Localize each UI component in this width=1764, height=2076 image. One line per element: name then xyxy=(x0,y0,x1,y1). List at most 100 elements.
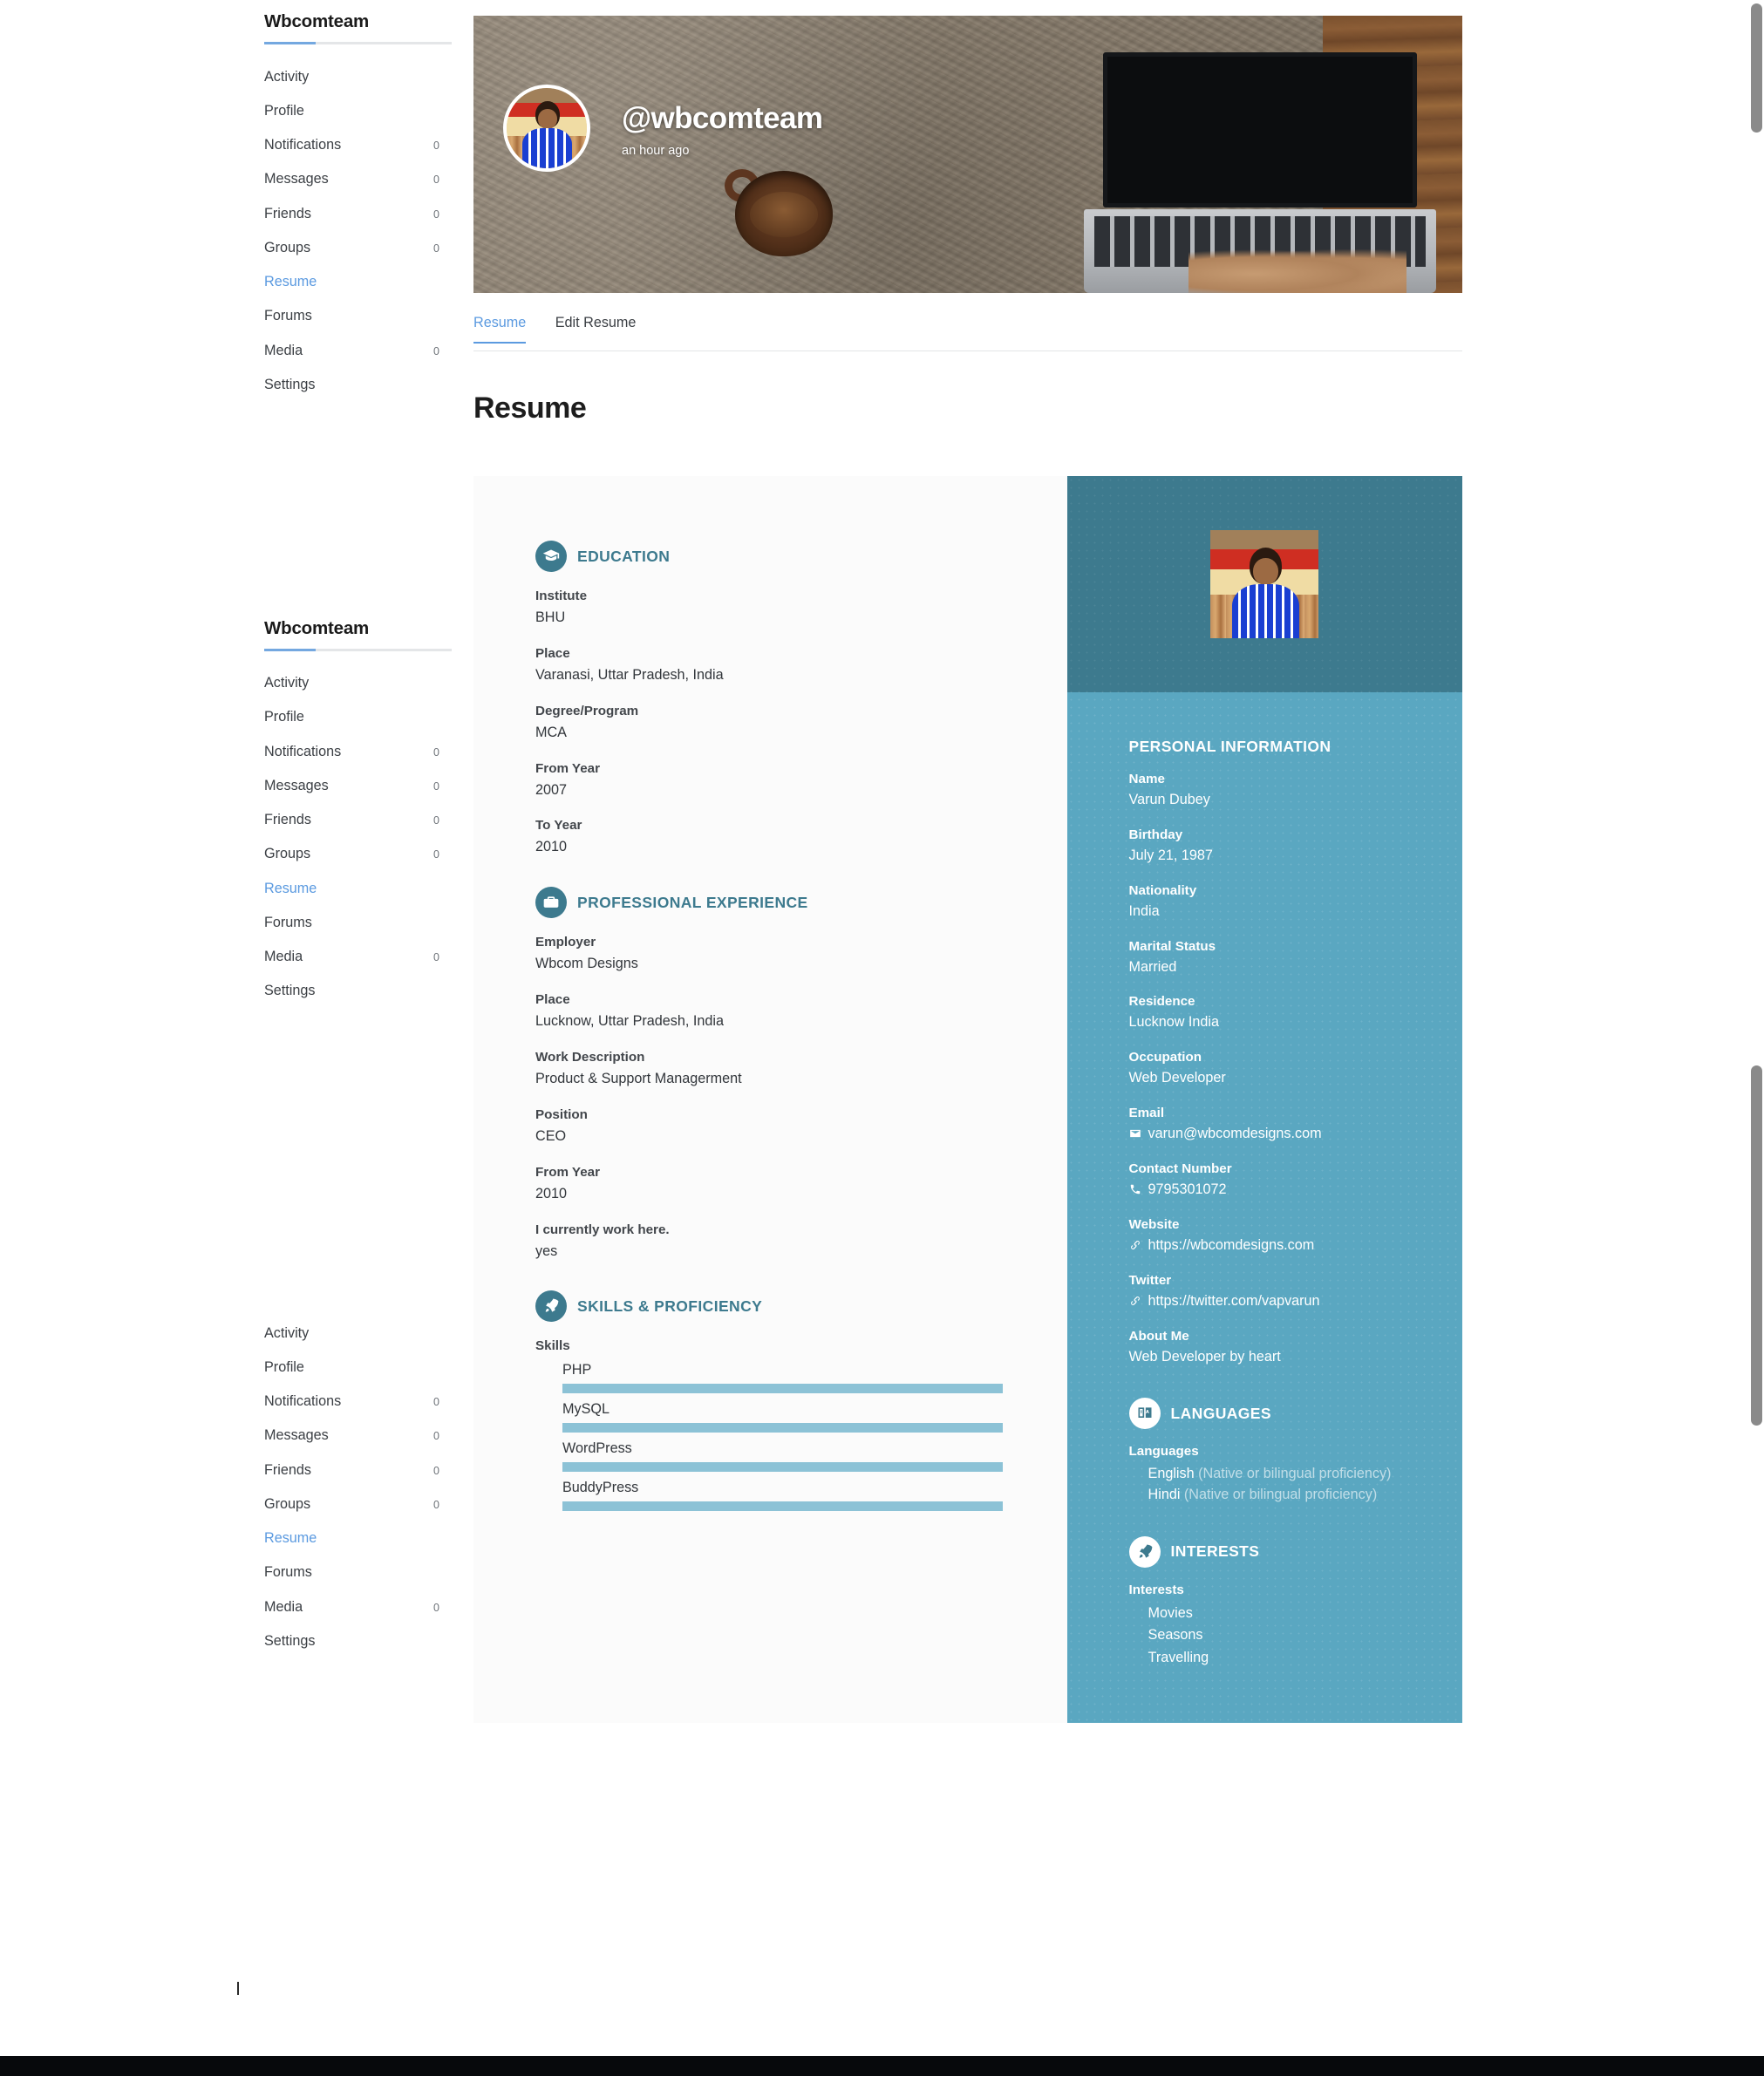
rocket-icon xyxy=(1128,1535,1161,1568)
coffee-cup xyxy=(735,171,833,256)
sidebar-item-settings[interactable]: Settings xyxy=(264,367,452,401)
field-value: 2007 xyxy=(535,781,568,798)
field-value: 2010 xyxy=(535,839,568,855)
sidebar-item-profile[interactable]: Profile xyxy=(264,700,452,734)
skill-item: MySQL xyxy=(535,1401,1067,1433)
sidebar-item-friends[interactable]: Friends 0 xyxy=(264,1453,452,1487)
skill-track xyxy=(562,1501,1003,1512)
skill-item: PHP xyxy=(535,1362,1067,1394)
sidebar-item-media[interactable]: Media 0 xyxy=(264,333,452,367)
interests-section-title: INTERESTS xyxy=(1170,1542,1260,1561)
skill-name: WordPress xyxy=(562,1440,632,1457)
sidebar-item-resume[interactable]: Resume xyxy=(264,871,452,905)
personal-field-website: Website https://wbcomdesigns.com xyxy=(1129,1217,1462,1256)
website-value[interactable]: https://wbcomdesigns.com xyxy=(1148,1236,1315,1256)
tab-edit-resume[interactable]: Edit Resume xyxy=(555,315,637,343)
nav-heading-rule xyxy=(264,648,452,651)
personal-field: Occupation Web Developer xyxy=(1129,1050,1462,1088)
sidebar-item-label: Activity xyxy=(264,68,310,85)
field-label: Birthday xyxy=(1128,827,1183,842)
sidebar-item-messages[interactable]: Messages 0 xyxy=(264,1419,452,1453)
sidebar-item-groups[interactable]: Groups 0 xyxy=(264,230,452,264)
sidebar-item-profile[interactable]: Profile xyxy=(264,93,452,127)
field-label: Occupation xyxy=(1128,1050,1202,1065)
field-label: Work Description xyxy=(535,1050,645,1065)
sidebar-item-activity[interactable]: Activity xyxy=(264,59,452,93)
education-section: EDUCATION Institute BHU Place Varanasi, … xyxy=(535,541,1067,857)
scrollbar-thumb[interactable] xyxy=(1751,1065,1762,1426)
sidebar-item-activity[interactable]: Activity xyxy=(264,666,452,700)
nav-heading: Wbcomteam xyxy=(264,617,370,638)
skill-item: BuddyPress xyxy=(535,1480,1067,1512)
field-value: Varanasi, Uttar Pradesh, India xyxy=(535,666,724,683)
sidebar-item-media[interactable]: Media 0 xyxy=(264,940,452,974)
laptop-image xyxy=(1084,52,1436,293)
rocket-icon xyxy=(535,1290,567,1323)
sidebar-item-label: Profile xyxy=(264,709,304,725)
scrollbar-thumb[interactable] xyxy=(1751,3,1762,133)
sidebar-item-settings[interactable]: Settings xyxy=(264,974,452,1008)
avatar[interactable] xyxy=(503,85,590,172)
sidebar-item-label: Activity xyxy=(264,1324,310,1341)
skill-fill xyxy=(562,1423,1003,1433)
email-value[interactable]: varun@wbcomdesigns.com xyxy=(1148,1125,1322,1144)
sidebar-item-notifications[interactable]: Notifications 0 xyxy=(264,1385,452,1419)
language-item: Hindi (Native or bilingual proficiency) xyxy=(1148,1486,1401,1505)
sidebar-item-label: Friends xyxy=(264,1461,311,1478)
sidebar-item-media[interactable]: Media 0 xyxy=(264,1589,452,1623)
field-value: Web Developer xyxy=(1128,1070,1226,1086)
field-value: India xyxy=(1128,902,1160,919)
interest-item: Seasons xyxy=(1148,1627,1203,1644)
sidebar-item-activity[interactable]: Activity xyxy=(264,1316,452,1350)
field-label: From Year xyxy=(535,1164,601,1180)
interests-section-header: INTERESTS xyxy=(1128,1535,1462,1568)
language-name: Hindi xyxy=(1148,1487,1181,1502)
field-value: CEO xyxy=(535,1127,567,1144)
sidebar-item-notifications[interactable]: Notifications 0 xyxy=(264,128,452,162)
sidebar-item-label: Resume xyxy=(264,1530,317,1546)
sidebar-item-messages[interactable]: Messages 0 xyxy=(264,162,452,196)
field-label: Institute xyxy=(535,589,588,603)
sidebar-item-count: 0 xyxy=(433,1430,439,1443)
experience-field: Employer Wbcom Designs xyxy=(535,935,1067,974)
field-label: About Me xyxy=(1128,1328,1189,1344)
sidebar-item-count: 0 xyxy=(433,1464,439,1477)
field-value-row: varun@wbcomdesigns.com xyxy=(1129,1125,1462,1144)
sidebar-item-friends[interactable]: Friends 0 xyxy=(264,803,452,837)
field-value: Married xyxy=(1128,958,1177,975)
sidebar-item-label: Friends xyxy=(264,812,311,827)
sidebar-item-label: Messages xyxy=(264,777,329,793)
skills-section-title: SKILLS & PROFICIENCY xyxy=(577,1297,763,1315)
phone-value[interactable]: 9795301072 xyxy=(1148,1181,1227,1200)
experience-field: From Year 2010 xyxy=(535,1165,1067,1204)
page-scrollbar[interactable] xyxy=(1747,0,1764,2076)
sidebar-item-settings[interactable]: Settings xyxy=(264,1623,452,1657)
sidebar-item-groups[interactable]: Groups 0 xyxy=(264,1487,452,1521)
sidebar-item-forums[interactable]: Forums xyxy=(264,299,452,333)
sidebar-item-resume[interactable]: Resume xyxy=(264,265,452,299)
sidebar-item-label: Notifications xyxy=(264,743,342,759)
sidebar-item-messages[interactable]: Messages 0 xyxy=(264,768,452,802)
languages-section-title: LANGUAGES xyxy=(1170,1404,1271,1422)
sidebar-item-friends[interactable]: Friends 0 xyxy=(264,196,452,230)
skill-fill xyxy=(562,1462,1003,1473)
sidebar-item-forums[interactable]: Forums xyxy=(264,905,452,939)
field-label: Marital Status xyxy=(1128,938,1216,954)
cover-name-block: @wbcomteam an hour ago xyxy=(622,101,823,157)
tab-resume[interactable]: Resume xyxy=(473,315,527,344)
personal-field: Birthday July 21, 1987 xyxy=(1129,827,1462,866)
sidebar-item-label: Resume xyxy=(264,880,317,896)
field-value-row: 9795301072 xyxy=(1129,1181,1462,1200)
bottom-bar xyxy=(0,2056,1764,2076)
sidebar-item-groups[interactable]: Groups 0 xyxy=(264,837,452,871)
sidebar-item-resume[interactable]: Resume xyxy=(264,1521,452,1555)
sidebar-item-notifications[interactable]: Notifications 0 xyxy=(264,734,452,768)
sidebar-item-count: 0 xyxy=(433,951,439,963)
twitter-value[interactable]: https://twitter.com/vapvarun xyxy=(1148,1292,1320,1311)
sidebar-item-profile[interactable]: Profile xyxy=(264,1350,452,1384)
field-value: Lucknow, Uttar Pradesh, India xyxy=(535,1013,724,1030)
experience-field: I currently work here. yes xyxy=(535,1222,1067,1262)
field-label: Place xyxy=(535,645,570,661)
field-label: Email xyxy=(1128,1106,1165,1121)
sidebar-item-forums[interactable]: Forums xyxy=(264,1555,452,1589)
